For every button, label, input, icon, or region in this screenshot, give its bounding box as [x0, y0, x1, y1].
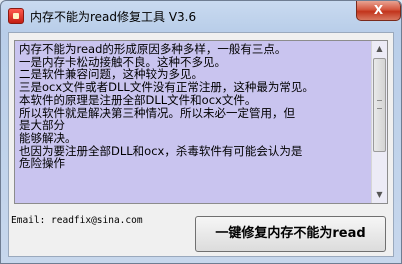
description-textarea[interactable]: 内存不能为read的形成原因多种多样，一般有三点。 一是内存卡松动接触不良。这种不… — [14, 40, 388, 204]
description-line: 三是ocx文件或者DLL文件没有正常注册，这种最为常见。 — [19, 80, 314, 95]
scrollbar-thumb[interactable] — [373, 58, 386, 152]
client-area: 内存不能为read的形成原因多种多样，一般有三点。 一是内存卡松动接触不良。这种不… — [8, 32, 394, 257]
scroll-down-arrow-icon[interactable]: ▼ — [373, 187, 386, 203]
description-text: 内存不能为read的形成原因多种多样，一般有三点。 一是内存卡松动接触不良。这种不… — [19, 43, 371, 170]
app-window: 内存不能为read修复工具 V3.6 X 内存不能为read的形成原因多种多样，… — [0, 0, 402, 264]
description-line: 本软件的原理是注册全部DLL文件和ocx文件。 — [19, 92, 257, 107]
description-line: 内存不能为read的形成原因多种多样，一般有三点。 — [19, 42, 287, 56]
scroll-up-arrow-icon[interactable]: ▲ — [373, 41, 386, 57]
close-button[interactable]: X — [356, 1, 401, 21]
vertical-scrollbar[interactable]: ▲ ▼ — [371, 41, 387, 203]
title-bar[interactable]: 内存不能为read修复工具 V3.6 X — [1, 1, 401, 31]
email-label: Email: readfix@sina.com — [11, 215, 143, 226]
description-line: 危险操作 — [19, 156, 65, 171]
repair-button[interactable]: 一键修复内存不能为read — [195, 216, 386, 252]
window-title: 内存不能为read修复工具 V3.6 — [30, 10, 197, 24]
description-line: 也因为要注册全部DLL和ocx，杀毒软件有可能会认为是 — [19, 143, 303, 158]
description-line: 所以软件就是解决第三种情况。所以未必一定管用，但 — [19, 105, 295, 120]
app-icon — [8, 8, 24, 24]
description-line: 能够解决。 — [19, 130, 77, 145]
